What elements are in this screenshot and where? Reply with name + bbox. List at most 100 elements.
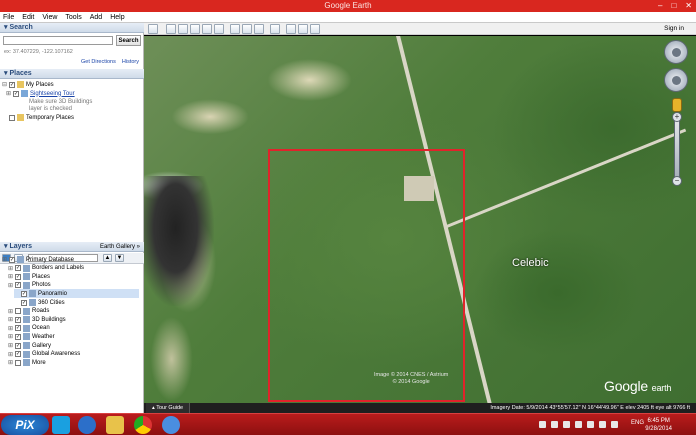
expand-icon[interactable]: ⊞	[8, 273, 13, 280]
checkbox[interactable]: ✓	[15, 342, 21, 349]
clock-date: 9/28/2014	[645, 426, 672, 432]
place-label[interactable]: Celebic	[512, 257, 549, 269]
zoom-out-button[interactable]: −	[672, 176, 682, 186]
checkbox[interactable]: ✓	[15, 316, 21, 323]
expand-icon[interactable]: ⊞	[8, 325, 13, 332]
checkbox[interactable]: ✓	[15, 282, 21, 289]
volume-icon[interactable]	[611, 421, 618, 428]
internet-explorer-icon[interactable]	[78, 416, 96, 434]
checkbox[interactable]	[9, 114, 15, 121]
planets-icon[interactable]	[254, 24, 264, 34]
expand-icon[interactable]: ⊞	[8, 316, 13, 323]
checkbox[interactable]: ✓	[21, 290, 27, 297]
map-view[interactable]: Celebic Image © 2014 CNES / Astrium © 20…	[144, 36, 696, 403]
tray-icon[interactable]	[563, 421, 570, 428]
checkbox[interactable]	[15, 308, 21, 315]
checkbox[interactable]: ✓	[9, 256, 15, 263]
close-button[interactable]: ✕	[685, 0, 692, 12]
layers-panel-header[interactable]: ▾ Layers Earth Gallery »	[0, 242, 144, 252]
look-joystick[interactable]	[664, 40, 688, 64]
layer-icon	[17, 256, 24, 263]
google-maps-icon[interactable]	[310, 24, 320, 34]
file-explorer-icon[interactable]	[106, 416, 124, 434]
sidebar-toggle-icon[interactable]	[148, 24, 158, 34]
zoom-in-button[interactable]: +	[672, 112, 682, 122]
placemark-icon[interactable]	[166, 24, 176, 34]
tray-icon[interactable]	[539, 421, 546, 428]
checkbox[interactable]: ✓	[15, 325, 21, 332]
get-directions-link[interactable]: Get Directions	[81, 59, 116, 65]
layer-icon	[29, 299, 36, 306]
status-bar: ▴ Tour Guide Imagery Date: 5/9/2014 43°5…	[144, 403, 696, 413]
tour-guide-tab[interactable]: ▴ Tour Guide	[146, 403, 191, 413]
ruler-icon[interactable]	[270, 24, 280, 34]
expand-icon[interactable]: ⊞	[8, 342, 13, 349]
menu-add[interactable]: Add	[90, 12, 102, 22]
google-earth-icon[interactable]	[162, 416, 180, 434]
maximize-button[interactable]: □	[671, 0, 676, 12]
checkbox[interactable]	[15, 359, 21, 366]
checkbox[interactable]: ✓	[13, 90, 19, 97]
chrome-icon[interactable]	[134, 416, 152, 434]
pan-icon	[672, 76, 681, 85]
expand-icon[interactable]: ⊟	[2, 81, 7, 88]
checkbox[interactable]: ✓	[15, 273, 21, 280]
checkbox[interactable]: ✓	[15, 351, 21, 358]
layer-item[interactable]: ⊞ More	[8, 358, 46, 367]
path-icon[interactable]	[190, 24, 200, 34]
tray-icon[interactable]	[575, 421, 582, 428]
expand-icon[interactable]: ⊞	[2, 256, 7, 263]
language-indicator[interactable]: ENG	[631, 420, 644, 426]
sidebar: ▾ Search Search ex: 37.407229, -122.1071…	[0, 23, 144, 413]
tray-icon[interactable]	[599, 421, 606, 428]
menu-file[interactable]: File	[3, 12, 14, 22]
minimize-button[interactable]: –	[658, 0, 662, 12]
search-panel-header[interactable]: ▾ Search	[0, 23, 144, 33]
layer-item-label: Global Awareness	[32, 351, 81, 358]
system-clock[interactable]: 6:45 PM 9/28/2014	[645, 417, 672, 433]
credit-line: © 2014 Google	[392, 379, 430, 385]
expand-icon[interactable]: ⊞	[8, 351, 13, 358]
menu-help[interactable]: Help	[110, 12, 124, 22]
expand-icon[interactable]: ⊞	[8, 282, 13, 289]
street-view-pegman-icon[interactable]	[672, 98, 682, 112]
tray-icon[interactable]	[551, 421, 558, 428]
credit-line: Image © 2014 CNES / Astrium	[374, 372, 449, 378]
places-panel-header[interactable]: ▾ Places	[0, 69, 144, 79]
places-item-temporary[interactable]: Temporary Places	[2, 113, 74, 122]
search-input[interactable]	[3, 36, 113, 45]
expand-icon[interactable]: ⊞	[6, 90, 11, 97]
skype-icon[interactable]	[52, 416, 70, 434]
expand-icon[interactable]: ⊞	[8, 359, 13, 366]
checkbox[interactable]: ✓	[15, 333, 21, 340]
record-tour-icon[interactable]	[214, 24, 224, 34]
tray-icon[interactable]	[587, 421, 594, 428]
menu-tools[interactable]: Tools	[65, 12, 81, 22]
image-overlay-icon[interactable]	[202, 24, 212, 34]
polygon-icon[interactable]	[178, 24, 188, 34]
move-joystick[interactable]	[664, 68, 688, 92]
move-up-icon[interactable]: ▲	[103, 254, 112, 262]
email-icon[interactable]	[286, 24, 296, 34]
expand-icon[interactable]: ⊞	[8, 308, 13, 315]
zoom-slider[interactable]	[674, 116, 680, 178]
places-item-label[interactable]: Sightseeing Tour	[30, 91, 75, 97]
move-down-icon[interactable]: ▼	[115, 254, 124, 262]
historical-imagery-icon[interactable]	[230, 24, 240, 34]
checkbox[interactable]: ✓	[21, 299, 27, 306]
google-earth-logo: Google earth	[604, 378, 671, 394]
sign-in-button[interactable]: Sign in	[658, 24, 690, 34]
menu-view[interactable]: View	[42, 12, 57, 22]
print-icon[interactable]	[298, 24, 308, 34]
earth-gallery-button[interactable]: Earth Gallery »	[100, 242, 140, 252]
sunlight-icon[interactable]	[242, 24, 252, 34]
expand-icon[interactable]: ⊞	[8, 333, 13, 340]
places-item-my-places[interactable]: ⊟ ✓ My Places	[2, 80, 54, 89]
menu-edit[interactable]: Edit	[22, 12, 34, 22]
expand-icon[interactable]: ⊞	[8, 265, 13, 272]
window-title: Google Earth	[324, 1, 372, 10]
checkbox[interactable]: ✓	[9, 81, 15, 88]
checkbox[interactable]: ✓	[15, 265, 21, 272]
history-link[interactable]: History	[122, 59, 139, 65]
search-button[interactable]: Search	[116, 35, 141, 46]
